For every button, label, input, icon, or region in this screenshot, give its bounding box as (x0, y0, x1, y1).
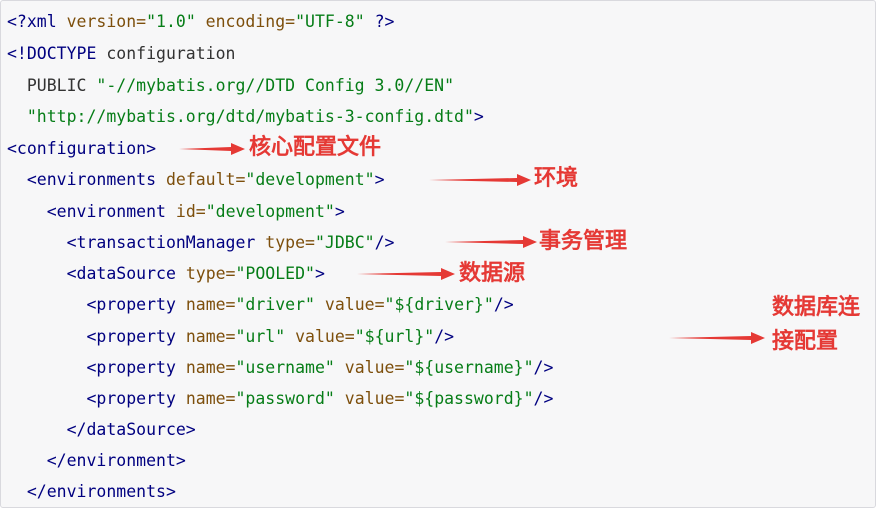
annotation-config-file: 核心配置文件 (249, 135, 382, 160)
arrow-transaction-manager (445, 236, 537, 248)
code-line-1: <?xml version="1.0" encoding="UTF-8" ?> (7, 12, 395, 31)
annotation-db-connection: 数据库连接配置 (772, 295, 861, 354)
code-line-4: "http://mybatis.org/dtd/mybatis-3-config… (7, 107, 484, 126)
code-line-7: <environment id="development"> (7, 202, 345, 221)
code-line-11: <property name="url" value="${url}"/> (7, 327, 455, 346)
arrow-configuration (179, 143, 245, 155)
arrow-property-block (669, 332, 765, 344)
annotation-datasource: 数据源 (459, 261, 526, 286)
code-line-3: PUBLIC "-//mybatis.org//DTD Config 3.0//… (7, 76, 455, 95)
code-line-14: </dataSource> (7, 420, 196, 439)
code-block: <?xml version="1.0" encoding="UTF-8" ?> … (0, 0, 876, 508)
annotation-transaction: 事务管理 (539, 229, 628, 254)
code-line-10: <property name="driver" value="${driver}… (7, 295, 514, 314)
code-line-5: <configuration> (7, 139, 157, 158)
code-line-2: <!DOCTYPE configuration (7, 44, 236, 63)
code-line-8: <transactionManager type="JDBC"/> (7, 233, 395, 252)
code-line-15: </environment> (7, 451, 186, 470)
code-line-6: <environments default="development"> (7, 170, 385, 189)
arrow-environments (429, 174, 531, 186)
annotation-environment: 环境 (534, 166, 579, 191)
arrow-datasource (357, 268, 455, 280)
code-line-12: <property name="username" value="${usern… (7, 358, 554, 377)
code-line-13: <property name="password" value="${passw… (7, 389, 554, 408)
code-line-9: <dataSource type="POOLED"> (7, 264, 325, 283)
code-line-16: </environments> (7, 482, 176, 501)
